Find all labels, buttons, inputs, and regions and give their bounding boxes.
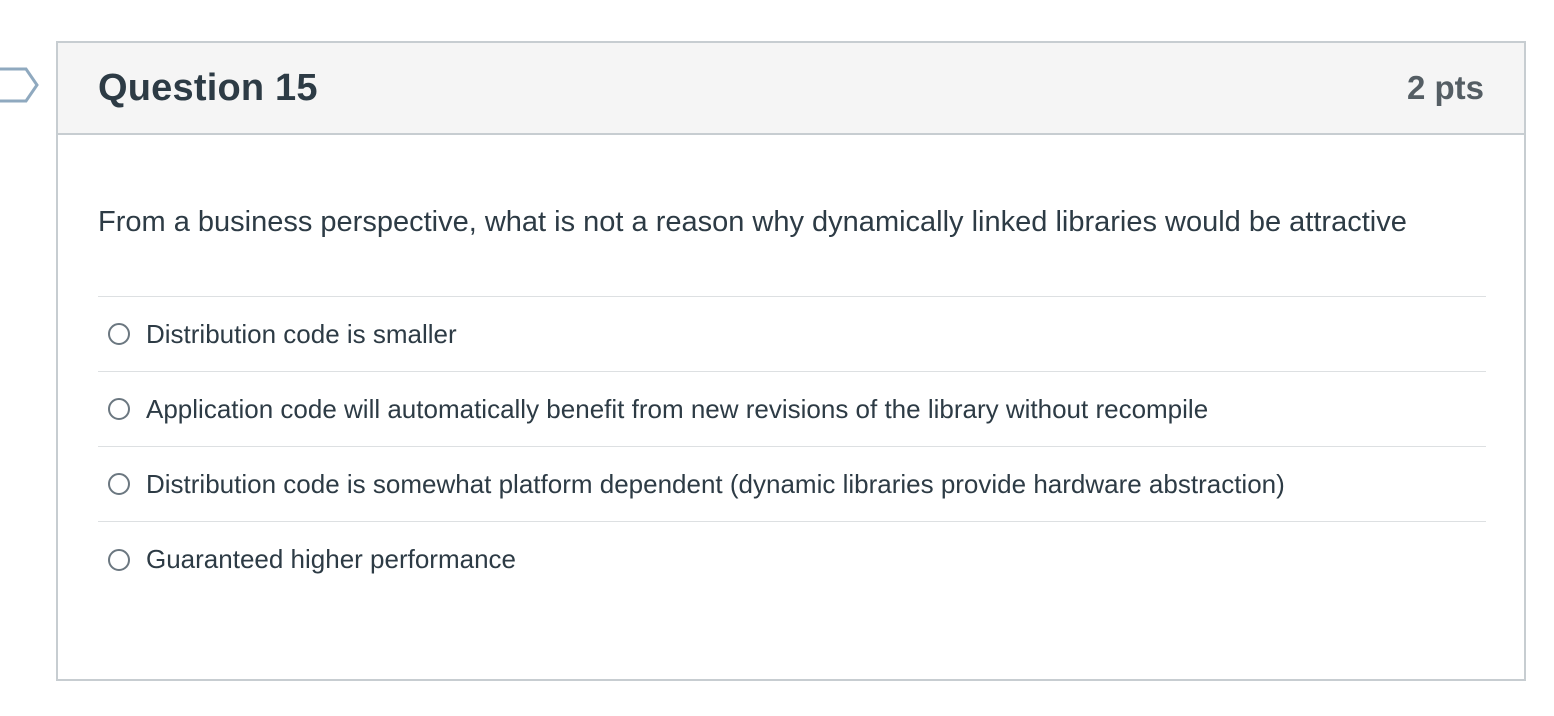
question-card: Question 15 2 pts From a business perspe… <box>56 41 1526 681</box>
quiz-page: Question 15 2 pts From a business perspe… <box>0 0 1554 716</box>
radio-button-icon[interactable] <box>108 323 130 345</box>
question-text: From a business perspective, what is not… <box>98 206 1407 238</box>
radio-button-icon[interactable] <box>108 398 130 420</box>
answer-option[interactable]: Guaranteed higher performance <box>98 522 1486 597</box>
answer-option[interactable]: Application code will automatically bene… <box>98 372 1486 447</box>
answer-list: Distribution code is smaller Application… <box>98 296 1486 597</box>
answer-option[interactable]: Distribution code is somewhat platform d… <box>98 447 1486 522</box>
question-body: From a business perspective, what is not… <box>58 135 1524 597</box>
answer-label: Guaranteed higher performance <box>146 544 517 574</box>
answer-label: Distribution code is somewhat platform d… <box>146 468 1285 499</box>
radio-button-icon[interactable] <box>108 473 130 495</box>
question-header: Question 15 2 pts <box>58 43 1524 135</box>
radio-button-icon[interactable] <box>108 548 130 571</box>
answer-option[interactable]: Distribution code is smaller <box>98 297 1486 372</box>
question-points: 2 pts <box>1406 69 1484 106</box>
flag-question-icon[interactable] <box>0 66 40 104</box>
answer-label: Distribution code is smaller <box>146 318 457 349</box>
question-title: Question 15 <box>98 66 318 109</box>
answer-label: Application code will automatically bene… <box>146 393 1209 424</box>
